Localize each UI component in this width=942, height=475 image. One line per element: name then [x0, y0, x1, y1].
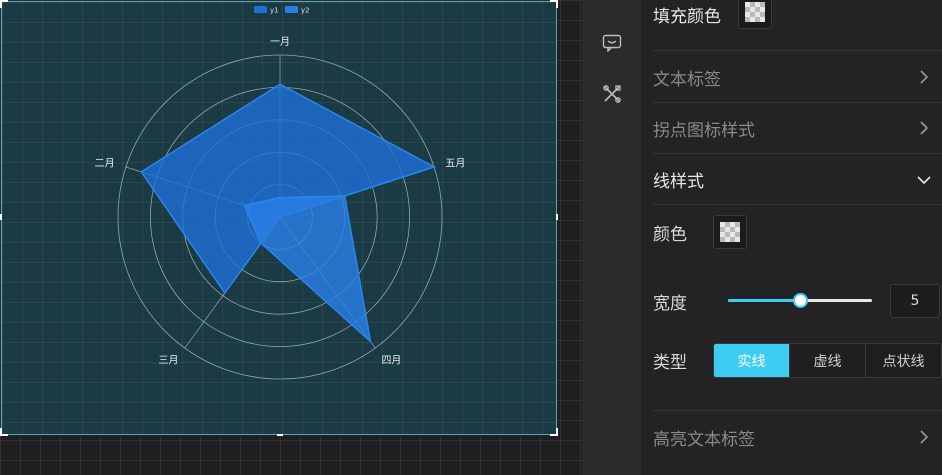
resize-handle-left[interactable]: [0, 214, 2, 220]
divider: [653, 204, 942, 205]
legend-label: y2: [301, 7, 310, 15]
section-line-style[interactable]: 线样式: [653, 167, 704, 192]
divider: [653, 153, 942, 154]
line-type-segmented: 实线 虚线 点状线: [713, 343, 942, 378]
type-label: 类型: [653, 353, 687, 373]
radar-indicator-label: 五月: [445, 158, 465, 170]
slider-thumb[interactable]: [792, 293, 808, 308]
radar-indicator-label: 二月: [95, 158, 115, 170]
divider: [653, 102, 942, 103]
chevron-right-icon[interactable]: [916, 120, 932, 136]
line-type-dotted[interactable]: 点状线: [865, 344, 941, 377]
section-point-icon-style[interactable]: 拐点图标样式: [653, 116, 755, 141]
fill-color-swatch[interactable]: [738, 0, 772, 29]
radar-chart-component[interactable]: 一月五月四月 三月 二月 y1 y2: [0, 0, 558, 436]
resize-handle-top-right[interactable]: [550, 0, 558, 8]
style-panel: 填充颜色 文本标签 拐点图标样式 线样式 颜色 宽度 5 类型 实线 虚线 点状…: [641, 0, 942, 475]
legend-label: y1: [270, 7, 279, 15]
divider: [653, 50, 942, 51]
transparent-pattern-icon: [745, 2, 765, 22]
width-slider[interactable]: [728, 290, 872, 310]
divider: [653, 410, 942, 411]
legend-swatch: [285, 6, 298, 13]
radar-indicator-label: 三月: [159, 354, 179, 366]
width-label: 宽度: [653, 294, 687, 314]
resize-handle-bottom-right[interactable]: [550, 428, 558, 436]
resize-handle-top-left[interactable]: [0, 0, 8, 8]
slider-fill: [728, 299, 800, 302]
chevron-down-icon[interactable]: [916, 172, 932, 188]
resize-handle-bottom-left[interactable]: [0, 428, 8, 436]
radar-indicator-label: 四月: [381, 354, 401, 366]
radar-chart: 一月五月四月 三月 二月 y1 y2: [95, 6, 465, 380]
line-type-dashed[interactable]: 虚线: [789, 344, 865, 377]
editor-root: 一月 五月 四月 三月 二月 y1 y2 填充颜色 文本标签 拐点图标样式 线样…: [0, 0, 942, 475]
tools-icon[interactable]: [601, 83, 623, 105]
resize-handle-right[interactable]: [556, 214, 558, 220]
chevron-right-icon[interactable]: [916, 429, 932, 445]
fill-color-label: 填充颜色: [653, 7, 721, 27]
design-canvas[interactable]: 一月五月四月 三月 二月 y1 y2: [0, 0, 582, 475]
tool-strip: [582, 0, 641, 475]
chevron-right-icon[interactable]: [916, 69, 932, 85]
line-color-swatch[interactable]: [713, 215, 747, 249]
section-text-label[interactable]: 文本标签: [653, 65, 721, 90]
radar-series-y2: [243, 195, 372, 344]
legend-swatch: [254, 6, 267, 13]
comment-icon[interactable]: [601, 32, 623, 54]
section-highlight-text-label[interactable]: 高亮文本标签: [653, 425, 755, 450]
width-input[interactable]: 5: [890, 284, 940, 318]
transparent-pattern-icon: [720, 222, 740, 242]
color-label: 颜色: [653, 225, 687, 245]
radar-indicator-label: 一月: [270, 36, 290, 48]
line-type-solid[interactable]: 实线: [714, 344, 789, 377]
resize-handle-bottom[interactable]: [277, 434, 283, 436]
